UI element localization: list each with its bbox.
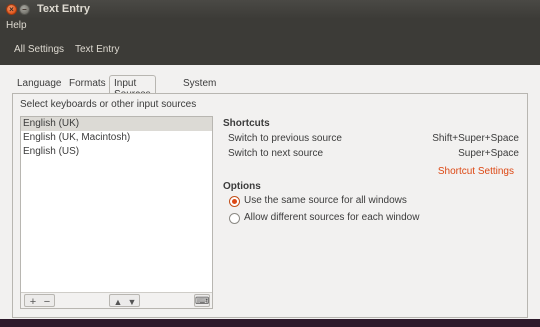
tab-system[interactable]: System [183, 75, 216, 93]
list-toolbar: + − ▲ ▼ ⌨ [21, 292, 212, 308]
shortcut-settings-link[interactable]: Shortcut Settings [438, 166, 514, 177]
minimize-icon: – [22, 5, 27, 14]
different-sources-label[interactable]: Allow different sources for each window [244, 212, 419, 223]
menu-bar: Help [0, 19, 540, 34]
list-item[interactable]: English (US) [21, 145, 212, 159]
keyboard-layout-group: ⌨ [194, 294, 210, 307]
menu-help[interactable]: Help [6, 20, 27, 31]
breadcrumb: All Settings Text Entry [0, 34, 540, 65]
shortcut-previous-accel[interactable]: Shift+Super+Space [432, 133, 519, 144]
input-sources-list[interactable]: English (UK) English (UK, Macintosh) Eng… [20, 116, 213, 309]
close-window-button[interactable]: × [6, 4, 17, 15]
input-sources-panel: Select keyboards or other input sources … [12, 93, 528, 318]
main-content: Language Formats Input Sources System Se… [0, 65, 540, 327]
options-title: Options [223, 181, 261, 192]
shortcut-next-label: Switch to next source [228, 148, 324, 159]
tab-language[interactable]: Language [17, 75, 62, 93]
window-title: Text Entry [37, 3, 90, 15]
list-item[interactable]: English (UK, Macintosh) [21, 131, 212, 145]
desktop-background [0, 319, 540, 327]
input-sources-caption: Select keyboards or other input sources [20, 99, 197, 110]
shortcuts-title: Shortcuts [223, 118, 270, 129]
reorder-group: ▲ ▼ [109, 294, 140, 307]
same-source-label[interactable]: Use the same source for all windows [244, 195, 407, 206]
shortcut-previous-label: Switch to previous source [228, 133, 342, 144]
same-source-radio[interactable] [229, 196, 240, 207]
list-item[interactable]: English (UK) [21, 117, 212, 131]
move-up-icon[interactable]: ▲ [111, 296, 125, 309]
tab-formats[interactable]: Formats [69, 75, 106, 93]
settings-window: × – Text Entry Help All Settings Text En… [0, 0, 540, 327]
keyboard-icon[interactable]: ⌨ [195, 296, 209, 309]
remove-icon[interactable]: − [40, 296, 54, 309]
close-icon: × [9, 5, 14, 14]
tab-input-sources[interactable]: Input Sources [109, 75, 156, 100]
shortcut-next-accel[interactable]: Super+Space [458, 148, 519, 159]
title-bar[interactable]: × – Text Entry [0, 0, 540, 19]
add-icon[interactable]: + [26, 296, 40, 309]
minimize-window-button[interactable]: – [19, 4, 30, 15]
move-down-icon[interactable]: ▼ [125, 296, 139, 309]
current-panel-crumb[interactable]: Text Entry [75, 44, 119, 55]
add-remove-group: + − [24, 294, 55, 309]
different-sources-radio[interactable] [229, 213, 240, 224]
all-settings-button[interactable]: All Settings [14, 44, 64, 55]
